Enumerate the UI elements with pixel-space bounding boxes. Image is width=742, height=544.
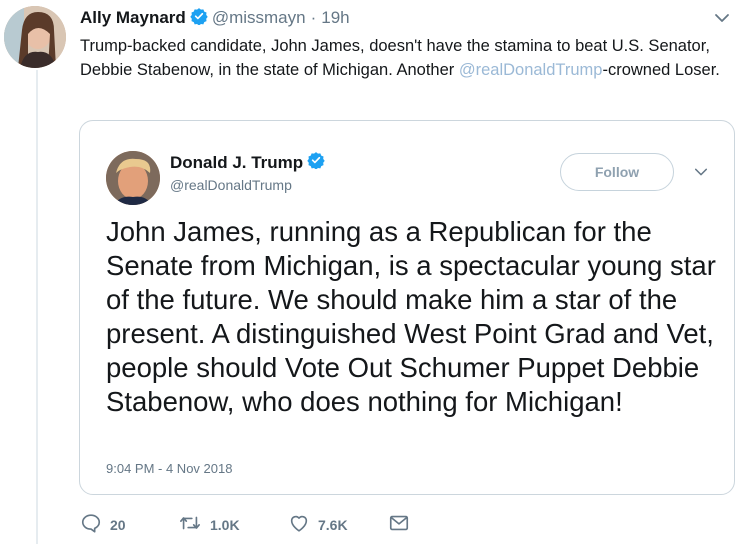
direct-message-button[interactable] xyxy=(388,512,410,539)
tweet-text-part: -crowned Loser. xyxy=(602,61,720,79)
author-handle[interactable]: @missmayn xyxy=(212,8,306,28)
retweet-button[interactable]: 1.0K xyxy=(178,512,288,539)
tweet-actions: 20 1.0K 7.6K xyxy=(80,512,410,538)
reply-icon xyxy=(80,512,102,539)
quoted-name-row: Donald J. Trump xyxy=(170,151,329,174)
chevron-down-icon[interactable] xyxy=(694,165,708,184)
like-button[interactable]: 7.6K xyxy=(288,512,388,539)
thread-line xyxy=(36,70,38,544)
author-name[interactable]: Ally Maynard xyxy=(80,8,186,28)
separator-dot: · xyxy=(310,8,317,27)
retweet-count: 1.0K xyxy=(210,517,240,533)
heart-icon xyxy=(288,512,310,539)
tweet-text: Trump-backed candidate, John James, does… xyxy=(80,34,734,82)
verified-badge-icon xyxy=(190,7,208,30)
tweet-header: Ally Maynard @missmayn · 19h xyxy=(80,6,350,30)
envelope-icon xyxy=(388,512,410,539)
mention-link[interactable]: @realDonaldTrump xyxy=(459,61,603,79)
retweet-icon xyxy=(178,512,202,539)
reply-count: 20 xyxy=(110,517,126,533)
follow-button[interactable]: Follow xyxy=(560,153,674,191)
chevron-down-icon[interactable] xyxy=(714,10,730,31)
avatar[interactable] xyxy=(4,6,66,68)
quoted-avatar[interactable] xyxy=(106,151,160,205)
quoted-author-handle[interactable]: @realDonaldTrump xyxy=(170,177,292,193)
quoted-tweet-text: John James, running as a Republican for … xyxy=(106,216,716,417)
verified-badge-icon xyxy=(307,151,325,174)
like-count: 7.6K xyxy=(318,517,348,533)
quoted-tweet[interactable]: Donald J. Trump @realDonaldTrump Follow … xyxy=(79,120,735,495)
quoted-timestamp[interactable]: 9:04 PM - 4 Nov 2018 xyxy=(106,461,232,476)
reply-button[interactable]: 20 xyxy=(80,512,178,539)
tweet-time[interactable]: 19h xyxy=(321,8,349,28)
quoted-author-name[interactable]: Donald J. Trump xyxy=(170,153,303,173)
